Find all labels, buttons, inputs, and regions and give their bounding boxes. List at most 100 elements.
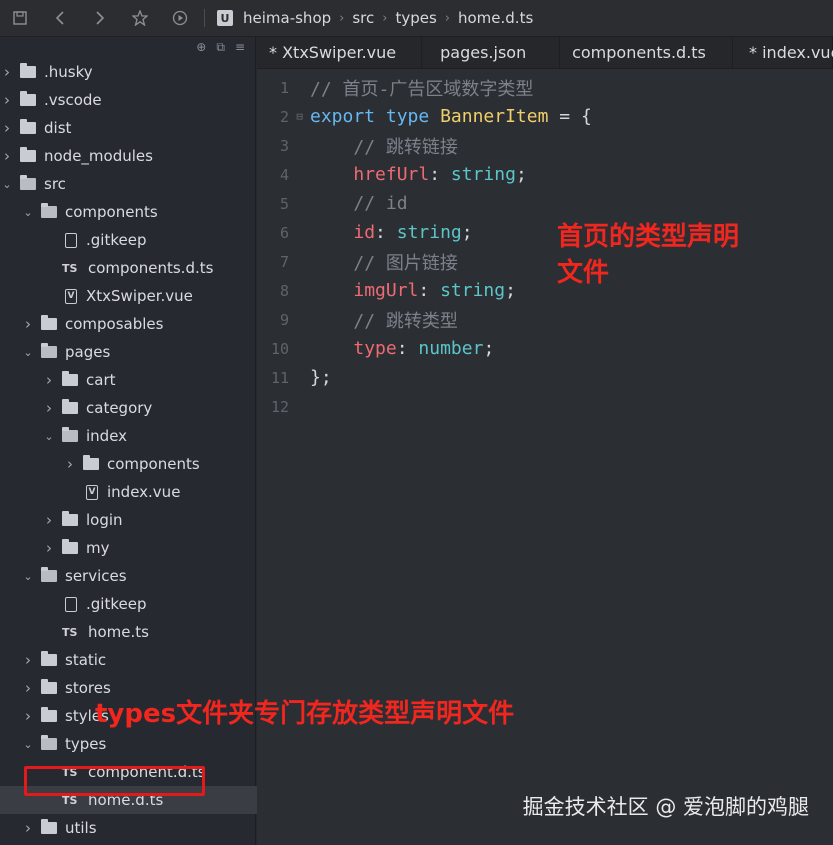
fold-toggle-icon[interactable]: ⊟ xyxy=(289,110,310,123)
tree-item-label: utils xyxy=(65,819,97,837)
code-line[interactable]: 8 imgUrl: string; xyxy=(257,276,833,305)
tab-index-vue[interactable]: * index.vue xyxy=(733,37,833,68)
tree-item[interactable]: ⌄ components xyxy=(0,198,269,226)
tree-item[interactable]: ⌄ src xyxy=(0,170,248,198)
folder-open-icon xyxy=(41,735,57,750)
folder-icon xyxy=(20,91,36,106)
chevron-down-icon: ⌄ xyxy=(44,429,54,443)
tree-item[interactable]: › category xyxy=(0,394,290,422)
locate-icon[interactable]: ⊕ xyxy=(196,40,206,54)
code-line[interactable]: 3 // 跳转链接 xyxy=(257,131,833,160)
chevron-right-icon: › xyxy=(4,91,10,109)
breadcrumb-separator-icon: › xyxy=(382,10,388,26)
code-line[interactable]: 12 xyxy=(257,392,833,421)
menu-icon[interactable]: ≡ xyxy=(235,40,245,54)
tree-item[interactable]: ⌄ index xyxy=(0,422,290,450)
tree-item[interactable]: .gitkeep xyxy=(0,590,290,618)
vue-file-icon: V xyxy=(86,484,98,500)
folder-icon xyxy=(41,315,57,330)
tree-item-label: index.vue xyxy=(107,483,181,501)
tab-xtxswiper[interactable]: * XtxSwiper.vue xyxy=(257,37,423,68)
chevron-right-icon: › xyxy=(67,455,73,473)
folder-icon xyxy=(41,707,57,722)
tree-item[interactable]: › utils xyxy=(0,814,269,842)
breadcrumb-separator-icon: › xyxy=(444,10,450,26)
tree-item-label: my xyxy=(86,539,110,557)
code-token: BannerItem xyxy=(440,106,549,127)
tree-item-label: login xyxy=(86,511,123,529)
code-token: type xyxy=(385,106,430,127)
tree-item[interactable]: .gitkeep xyxy=(0,226,290,254)
run-icon[interactable] xyxy=(160,0,200,37)
code-line[interactable]: 5 // id xyxy=(257,189,833,218)
code-token: : xyxy=(418,280,441,301)
code-token: ; xyxy=(483,338,495,359)
code-token: = { xyxy=(548,106,592,127)
code-line[interactable]: 11}; xyxy=(257,363,833,392)
code-line[interactable]: 4 hrefUrl: string; xyxy=(257,160,833,189)
tab-components-dts[interactable]: components.d.ts xyxy=(560,37,734,68)
tree-item[interactable]: › my xyxy=(0,534,290,562)
tree-item[interactable]: › composables xyxy=(0,310,269,338)
tree-item-label: index xyxy=(86,427,128,445)
breadcrumb-item[interactable]: types xyxy=(395,9,436,27)
folder-icon xyxy=(20,147,36,162)
forward-icon[interactable] xyxy=(80,0,120,37)
chevron-down-icon: ⌄ xyxy=(2,177,12,191)
folder-icon xyxy=(62,539,78,554)
line-number: 6 xyxy=(279,223,289,242)
code-line[interactable]: 10 type: number; xyxy=(257,334,833,363)
tree-item[interactable]: ⌄ pages xyxy=(0,338,269,366)
folder-open-icon xyxy=(62,427,78,442)
code-token: }; xyxy=(310,367,332,388)
explorer-actions: ⊕ ⧉ ≡ xyxy=(0,37,255,57)
tree-item-label: components.d.ts xyxy=(88,259,214,277)
code-line[interactable]: 2 ⊟ export type BannerItem = { xyxy=(257,102,833,131)
code-line[interactable]: 6 id: string; xyxy=(257,218,833,247)
line-number: 11 xyxy=(270,368,289,387)
code-token: ; xyxy=(515,164,527,185)
tree-item-label: .vscode xyxy=(44,91,102,109)
code-line[interactable]: 7 // 图片链接 xyxy=(257,247,833,276)
breadcrumb-item[interactable]: home.d.ts xyxy=(458,9,533,27)
tree-item[interactable]: V XtxSwiper.vue xyxy=(0,282,290,310)
code-line[interactable]: 1 // 首页-广告区域数字类型 xyxy=(257,73,833,102)
star-icon[interactable] xyxy=(120,0,160,37)
code-line[interactable]: 9 // 跳转类型 xyxy=(257,305,833,334)
tab-pages-json[interactable]: pages.json xyxy=(422,37,561,68)
tree-item[interactable]: › cart xyxy=(0,366,290,394)
breadcrumb-item[interactable]: heima-shop xyxy=(243,9,331,27)
tree-item[interactable]: › .vscode xyxy=(0,86,248,114)
chevron-right-icon: › xyxy=(25,819,31,837)
tree-item[interactable]: › static xyxy=(0,646,269,674)
breadcrumb-item[interactable]: src xyxy=(352,9,374,27)
line-number: 3 xyxy=(279,136,289,155)
tree-item[interactable]: ⌄ services xyxy=(0,562,269,590)
back-icon[interactable] xyxy=(40,0,80,37)
folder-open-icon xyxy=(41,343,57,358)
chevron-right-icon: › xyxy=(25,707,31,725)
tree-item[interactable]: ⌄ types xyxy=(0,730,269,758)
tree-item[interactable]: › node_modules xyxy=(0,142,248,170)
tree-item[interactable]: › dist xyxy=(0,114,248,142)
tree-item[interactable]: TS home.ts xyxy=(0,618,290,646)
chevron-right-icon: › xyxy=(46,371,52,389)
chevron-right-icon: › xyxy=(4,63,10,81)
tree-item[interactable]: › .husky xyxy=(0,58,248,86)
code-token: // 跳转链接 xyxy=(353,136,458,158)
folder-icon xyxy=(20,63,36,78)
tree-item[interactable]: TS components.d.ts xyxy=(0,254,290,282)
tree-item[interactable]: › login xyxy=(0,506,290,534)
collapse-all-icon[interactable]: ⧉ xyxy=(216,40,225,55)
folder-icon xyxy=(41,819,57,834)
save-icon[interactable] xyxy=(0,0,40,37)
line-number: 9 xyxy=(279,310,289,329)
code-token: string xyxy=(450,164,516,185)
code-token: ; xyxy=(461,222,473,243)
tree-item-label: src xyxy=(44,175,66,193)
